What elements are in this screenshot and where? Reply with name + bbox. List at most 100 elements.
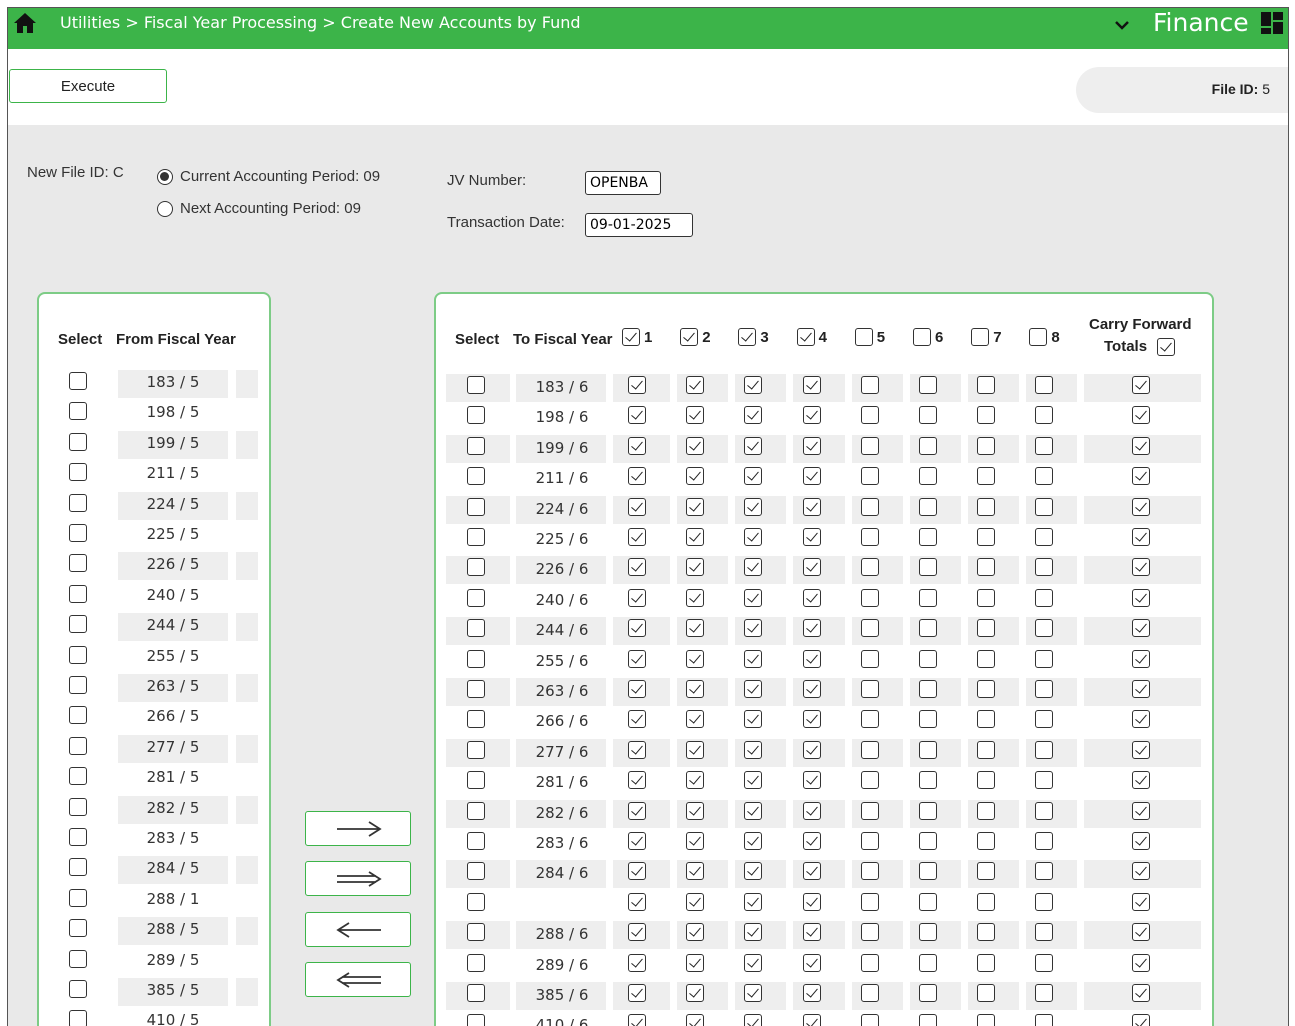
to-row-select-checkbox[interactable] (467, 923, 485, 942)
level-8-checkbox[interactable] (1035, 558, 1054, 577)
carry-forward-checkbox[interactable] (1132, 680, 1150, 698)
from-row-select-checkbox[interactable] (69, 554, 87, 573)
level-5-checkbox[interactable] (860, 740, 879, 759)
level-6-checkbox[interactable] (919, 588, 937, 607)
level-4-checkbox[interactable] (802, 832, 821, 850)
level-1-checkbox[interactable] (628, 710, 646, 729)
level-5-checkbox[interactable] (860, 801, 879, 820)
level-4-checkbox[interactable] (802, 984, 821, 1002)
level-7-checkbox[interactable] (977, 771, 996, 790)
level-5-checkbox[interactable] (860, 588, 879, 607)
level-2-checkbox[interactable] (686, 558, 705, 577)
carry-forward-checkbox[interactable] (1132, 406, 1150, 425)
transaction-date-input[interactable] (585, 213, 693, 237)
level-4-checkbox[interactable] (802, 1014, 821, 1026)
from-row-select-checkbox[interactable] (69, 980, 87, 998)
level-4-checkbox[interactable] (802, 740, 821, 759)
to-row-select-checkbox[interactable] (467, 862, 485, 881)
carry-forward-checkbox[interactable] (1132, 771, 1150, 790)
level-7-checkbox[interactable] (977, 680, 996, 698)
level-1-checkbox[interactable] (628, 558, 646, 577)
level-3-checkbox[interactable] (744, 619, 763, 638)
to-row-select-checkbox[interactable] (467, 588, 485, 607)
level-7-checkbox[interactable] (977, 740, 996, 759)
from-row-select-checkbox[interactable] (69, 645, 87, 664)
level-1-checkbox[interactable] (628, 801, 646, 820)
level-8-checkbox[interactable] (1035, 771, 1054, 790)
carry-forward-checkbox[interactable] (1132, 558, 1150, 577)
level-6-checkbox[interactable] (919, 771, 937, 790)
level-2-checkbox[interactable] (686, 376, 705, 394)
to-row-select-checkbox[interactable] (467, 892, 485, 911)
level-8-checkbox[interactable] (1035, 497, 1054, 516)
from-row-select-checkbox[interactable] (69, 706, 87, 725)
level-7-checkbox[interactable] (977, 892, 996, 911)
level-1-checkbox[interactable] (628, 436, 646, 455)
level-3-checkbox[interactable] (744, 558, 763, 577)
to-row-select-checkbox[interactable] (467, 680, 485, 698)
carry-forward-all-checkbox[interactable] (1157, 338, 1175, 356)
level-6-checkbox[interactable] (919, 923, 937, 942)
level-3-checkbox[interactable] (744, 771, 763, 790)
chevron-down-icon[interactable] (1113, 18, 1131, 32)
level-3-checkbox[interactable] (744, 710, 763, 729)
level-1-checkbox[interactable] (628, 406, 646, 425)
level-3-checkbox[interactable] (744, 467, 763, 486)
level-5-checkbox[interactable] (860, 497, 879, 516)
from-row-select-checkbox[interactable] (69, 736, 87, 755)
level-4-header-checkbox[interactable] (796, 328, 815, 346)
level-5-checkbox[interactable] (860, 649, 879, 668)
level-2-checkbox[interactable] (686, 801, 705, 820)
from-row-select-checkbox[interactable] (69, 1010, 87, 1026)
level-8-checkbox[interactable] (1035, 801, 1054, 820)
from-row-select-checkbox[interactable] (69, 888, 87, 907)
carry-forward-checkbox[interactable] (1132, 436, 1150, 455)
level-3-checkbox[interactable] (744, 832, 763, 850)
from-row-select-checkbox[interactable] (69, 524, 87, 542)
level-6-header-checkbox[interactable] (913, 328, 931, 346)
level-1-checkbox[interactable] (628, 467, 646, 486)
level-2-checkbox[interactable] (686, 984, 705, 1002)
level-7-checkbox[interactable] (977, 649, 996, 668)
level-7-checkbox[interactable] (977, 832, 996, 850)
level-6-checkbox[interactable] (919, 801, 937, 820)
level-4-checkbox[interactable] (802, 862, 821, 881)
level-2-checkbox[interactable] (686, 467, 705, 486)
level-7-checkbox[interactable] (977, 528, 996, 546)
level-5-checkbox[interactable] (860, 436, 879, 455)
breadcrumb-fiscal-year-processing[interactable]: Fiscal Year Processing (144, 13, 317, 32)
from-row-select-checkbox[interactable] (69, 463, 87, 482)
move-selected-left-button[interactable] (305, 912, 411, 947)
level-5-checkbox[interactable] (860, 376, 879, 394)
level-7-checkbox[interactable] (977, 558, 996, 577)
level-7-checkbox[interactable] (977, 588, 996, 607)
level-4-checkbox[interactable] (802, 376, 821, 394)
level-7-checkbox[interactable] (977, 1014, 996, 1026)
from-row-select-checkbox[interactable] (69, 797, 87, 816)
level-8-checkbox[interactable] (1035, 832, 1054, 850)
level-4-checkbox[interactable] (802, 497, 821, 516)
level-6-checkbox[interactable] (919, 649, 937, 668)
level-8-checkbox[interactable] (1035, 923, 1054, 942)
level-8-checkbox[interactable] (1035, 406, 1054, 425)
from-row-select-checkbox[interactable] (69, 676, 87, 694)
level-2-checkbox[interactable] (686, 1014, 705, 1026)
level-7-checkbox[interactable] (977, 406, 996, 425)
level-1-checkbox[interactable] (628, 376, 646, 394)
from-row-select-checkbox[interactable] (69, 432, 87, 451)
level-4-checkbox[interactable] (802, 588, 821, 607)
level-3-checkbox[interactable] (744, 588, 763, 607)
to-row-select-checkbox[interactable] (467, 436, 485, 455)
level-4-checkbox[interactable] (802, 558, 821, 577)
level-3-header-checkbox[interactable] (738, 328, 757, 346)
to-row-select-checkbox[interactable] (467, 710, 485, 729)
level-4-checkbox[interactable] (802, 406, 821, 425)
level-1-checkbox[interactable] (628, 1014, 646, 1026)
carry-forward-checkbox[interactable] (1132, 710, 1150, 729)
level-5-checkbox[interactable] (860, 832, 879, 850)
carry-forward-checkbox[interactable] (1132, 923, 1150, 942)
from-row-select-checkbox[interactable] (69, 858, 87, 877)
carry-forward-checkbox[interactable] (1132, 862, 1150, 881)
level-4-checkbox[interactable] (802, 649, 821, 668)
to-row-select-checkbox[interactable] (467, 801, 485, 820)
